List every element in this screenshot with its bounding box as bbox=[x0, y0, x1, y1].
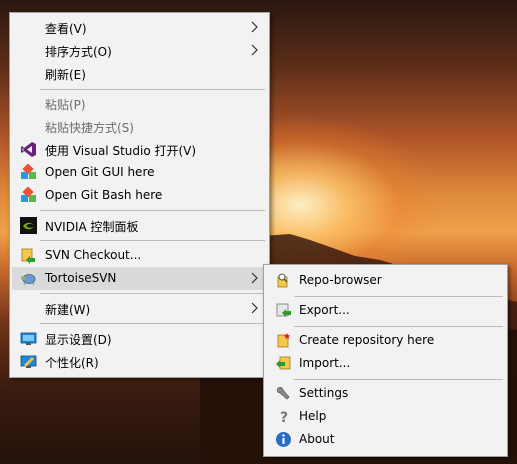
menu-item-new[interactable]: 新建(W) bbox=[12, 297, 267, 320]
menu-item-tortoisesvn-label: TortoiseSVN bbox=[45, 271, 117, 285]
menu-separator bbox=[294, 326, 503, 327]
menu-separator bbox=[40, 323, 265, 324]
desktop-context-menu: 查看(V) 排序方式(O) 刷新(E) 粘贴(P) 粘贴快捷方式(S) 使用 V… bbox=[9, 12, 270, 378]
menu-separator bbox=[40, 210, 265, 211]
git-gui-icon bbox=[21, 164, 36, 179]
menu-item-sort[interactable]: 排序方式(O) bbox=[12, 39, 267, 62]
menu-item-personalize-label: 个性化(R) bbox=[45, 356, 99, 370]
help-icon: ? bbox=[280, 410, 288, 425]
submenu-item-export-label: Export... bbox=[299, 303, 350, 317]
tortoisesvn-icon bbox=[21, 274, 36, 286]
menu-separator bbox=[40, 240, 265, 241]
nvidia-icon bbox=[20, 217, 37, 234]
tortoisesvn-submenu: Repo-browser Export... Create repository… bbox=[263, 264, 508, 457]
menu-item-svn-checkout-label: SVN Checkout... bbox=[45, 248, 142, 262]
submenu-item-about[interactable]: About bbox=[266, 428, 505, 451]
menu-item-paste[interactable]: 粘贴(P) bbox=[12, 92, 267, 115]
menu-item-personalize[interactable]: 个性化(R) bbox=[12, 350, 267, 373]
submenu-item-create-repository[interactable]: Create repository here bbox=[266, 329, 505, 352]
submenu-item-repo-browser[interactable]: Repo-browser bbox=[266, 269, 505, 292]
menu-item-git-gui-label: Open Git GUI here bbox=[45, 165, 155, 179]
submenu-item-settings[interactable]: Settings bbox=[266, 382, 505, 405]
menu-item-paste-label: 粘贴(P) bbox=[45, 98, 86, 112]
menu-item-git-bash-label: Open Git Bash here bbox=[45, 188, 163, 202]
menu-item-git-bash[interactable]: Open Git Bash here bbox=[12, 184, 267, 207]
menu-item-nvidia-control-panel[interactable]: NVIDIA 控制面板 bbox=[12, 214, 267, 237]
menu-separator bbox=[40, 293, 265, 294]
menu-item-view-label: 查看(V) bbox=[45, 22, 87, 36]
submenu-item-export[interactable]: Export... bbox=[266, 299, 505, 322]
git-bash-icon bbox=[21, 187, 36, 202]
menu-item-open-visual-studio-label: 使用 Visual Studio 打开(V) bbox=[45, 144, 197, 158]
import-icon bbox=[276, 356, 291, 370]
export-icon bbox=[276, 303, 291, 317]
visual-studio-icon bbox=[21, 142, 36, 157]
repo-browser-icon bbox=[277, 273, 288, 288]
submenu-item-about-label: About bbox=[299, 432, 335, 446]
submenu-item-help[interactable]: ? Help bbox=[266, 405, 505, 428]
settings-wrench-icon bbox=[276, 386, 290, 400]
chevron-right-icon bbox=[251, 302, 258, 314]
chevron-right-icon bbox=[251, 272, 258, 284]
chevron-right-icon bbox=[251, 44, 258, 56]
menu-item-sort-label: 排序方式(O) bbox=[45, 45, 112, 59]
menu-item-nvidia-label: NVIDIA 控制面板 bbox=[45, 220, 139, 234]
create-repository-icon bbox=[277, 333, 290, 348]
svn-checkout-icon bbox=[21, 248, 35, 264]
chevron-right-icon bbox=[251, 21, 258, 33]
submenu-item-repo-browser-label: Repo-browser bbox=[299, 273, 382, 287]
submenu-item-import[interactable]: Import... bbox=[266, 352, 505, 375]
menu-item-git-gui[interactable]: Open Git GUI here bbox=[12, 161, 267, 184]
svg-text:?: ? bbox=[280, 410, 288, 425]
menu-item-open-visual-studio[interactable]: 使用 Visual Studio 打开(V) bbox=[12, 138, 267, 161]
menu-item-refresh[interactable]: 刷新(E) bbox=[12, 62, 267, 85]
submenu-item-import-label: Import... bbox=[299, 356, 351, 370]
menu-item-paste-shortcut-label: 粘贴快捷方式(S) bbox=[45, 121, 134, 135]
menu-item-refresh-label: 刷新(E) bbox=[45, 68, 86, 82]
menu-item-new-label: 新建(W) bbox=[45, 303, 91, 317]
submenu-item-create-repository-label: Create repository here bbox=[299, 333, 435, 347]
menu-item-view[interactable]: 查看(V) bbox=[12, 16, 267, 39]
submenu-item-help-label: Help bbox=[299, 409, 327, 423]
display-settings-icon bbox=[20, 332, 37, 345]
menu-separator bbox=[294, 379, 503, 380]
info-icon bbox=[276, 432, 291, 447]
submenu-item-settings-label: Settings bbox=[299, 386, 349, 400]
menu-item-paste-shortcut[interactable]: 粘贴快捷方式(S) bbox=[12, 115, 267, 138]
menu-item-svn-checkout[interactable]: SVN Checkout... bbox=[12, 244, 267, 267]
personalize-icon bbox=[20, 355, 37, 368]
menu-item-display-settings[interactable]: 显示设置(D) bbox=[12, 327, 267, 350]
menu-item-display-settings-label: 显示设置(D) bbox=[45, 333, 112, 347]
menu-item-tortoisesvn[interactable]: TortoiseSVN bbox=[12, 267, 267, 290]
menu-separator bbox=[294, 296, 503, 297]
menu-separator bbox=[40, 89, 265, 90]
